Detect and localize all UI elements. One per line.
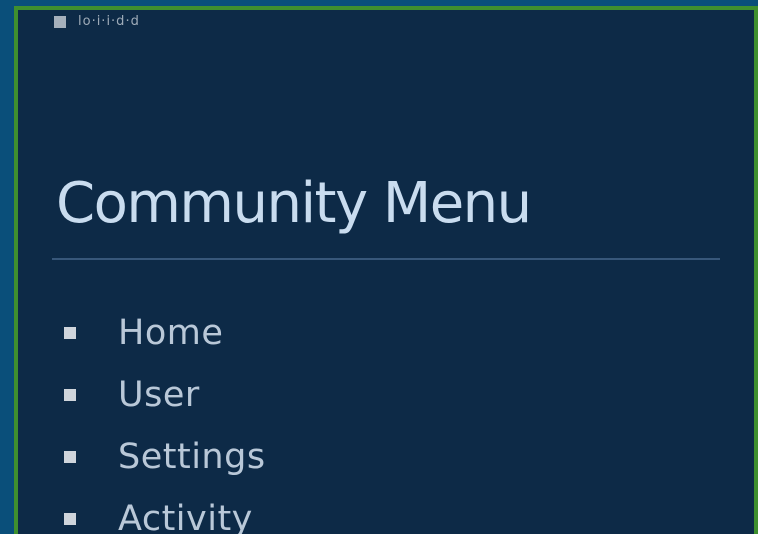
top-fragment: lo·i·i·d·d: [54, 14, 140, 30]
menu-divider: [52, 258, 720, 260]
top-fragment-text: lo·i·i·d·d: [78, 14, 140, 29]
menu-list: Home User Settings Activity: [64, 302, 266, 534]
community-menu-panel: lo·i·i·d·d Community Menu Home User Sett…: [14, 6, 758, 534]
menu-item-label: User: [118, 375, 200, 415]
menu-item-home[interactable]: Home: [64, 302, 266, 364]
menu-item-label: Activity: [118, 499, 253, 534]
menu-item-user[interactable]: User: [64, 364, 266, 426]
square-bullet-icon: [64, 513, 76, 525]
menu-item-settings[interactable]: Settings: [64, 426, 266, 488]
square-bullet-icon: [64, 389, 76, 401]
menu-item-activity[interactable]: Activity: [64, 488, 266, 534]
menu-item-label: Settings: [118, 437, 266, 477]
top-square-icon: [54, 16, 66, 28]
square-bullet-icon: [64, 451, 76, 463]
menu-item-label: Home: [118, 313, 224, 353]
square-bullet-icon: [64, 327, 76, 339]
menu-title: Community Menu: [56, 171, 532, 236]
